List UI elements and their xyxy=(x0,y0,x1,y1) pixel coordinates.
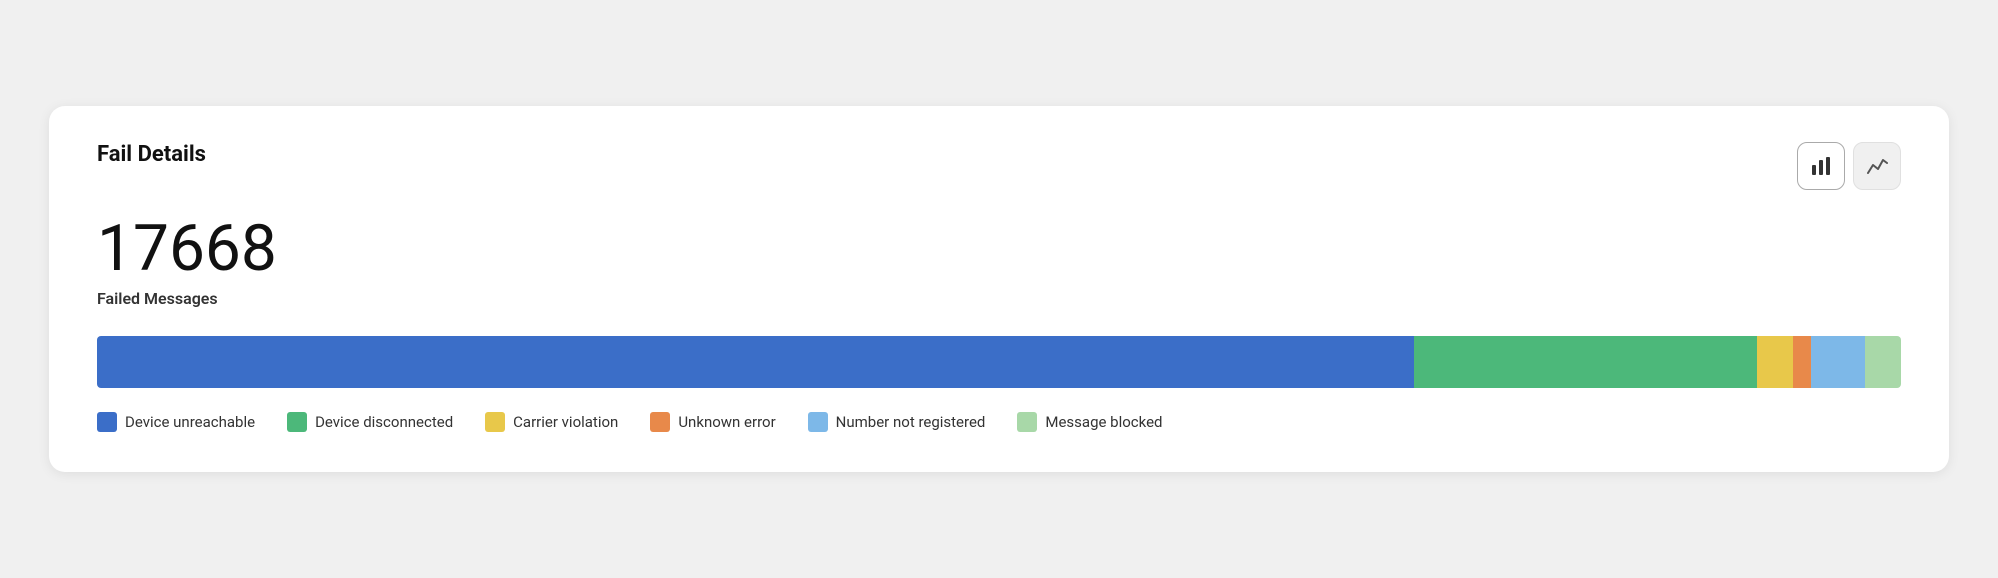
legend-color-carrier-violation xyxy=(485,412,505,432)
legend-color-number-not-registered xyxy=(808,412,828,432)
legend-label-carrier-violation: Carrier violation xyxy=(513,413,618,431)
chart-toolbar xyxy=(1797,142,1901,190)
line-chart-button[interactable] xyxy=(1853,142,1901,190)
legend-color-unknown-error xyxy=(650,412,670,432)
legend-item-unknown-error: Unknown error xyxy=(650,412,775,432)
failed-messages-label: Failed Messages xyxy=(97,289,1901,308)
metric-section: 17668 Failed Messages xyxy=(97,214,1901,307)
legend-item-device-unreachable: Device unreachable xyxy=(97,412,255,432)
legend-label-message-blocked: Message blocked xyxy=(1045,413,1162,431)
failed-messages-count: 17668 xyxy=(97,214,1901,284)
legend-color-message-blocked xyxy=(1017,412,1037,432)
legend-item-carrier-violation: Carrier violation xyxy=(485,412,618,432)
bar-segment-number-not-registered xyxy=(1811,336,1865,388)
legend-color-device-unreachable xyxy=(97,412,117,432)
bar-chart-icon xyxy=(1810,155,1832,177)
card-header: Fail Details xyxy=(97,142,1901,190)
bar-segment-unknown-error xyxy=(1793,336,1811,388)
bar-segment-device-disconnected xyxy=(1414,336,1757,388)
chart-legend: Device unreachable Device disconnected Car… xyxy=(97,412,1901,432)
line-chart-icon xyxy=(1866,155,1888,177)
legend-label-device-unreachable: Device unreachable xyxy=(125,413,255,431)
legend-item-message-blocked: Message blocked xyxy=(1017,412,1162,432)
legend-label-device-disconnected: Device disconnected xyxy=(315,413,453,431)
legend-color-device-disconnected xyxy=(287,412,307,432)
stacked-bar-chart xyxy=(97,336,1901,388)
bar-segment-carrier-violation xyxy=(1757,336,1793,388)
bar-segment-message-blocked xyxy=(1865,336,1901,388)
legend-item-number-not-registered: Number not registered xyxy=(808,412,986,432)
legend-item-device-disconnected: Device disconnected xyxy=(287,412,453,432)
fail-details-card: Fail Details 17668 Failed Messages Devic… xyxy=(49,106,1949,471)
bar-chart-button[interactable] xyxy=(1797,142,1845,190)
bar-segment-device-unreachable xyxy=(97,336,1414,388)
legend-label-unknown-error: Unknown error xyxy=(678,413,775,431)
legend-label-number-not-registered: Number not registered xyxy=(836,413,986,431)
card-title: Fail Details xyxy=(97,142,206,167)
